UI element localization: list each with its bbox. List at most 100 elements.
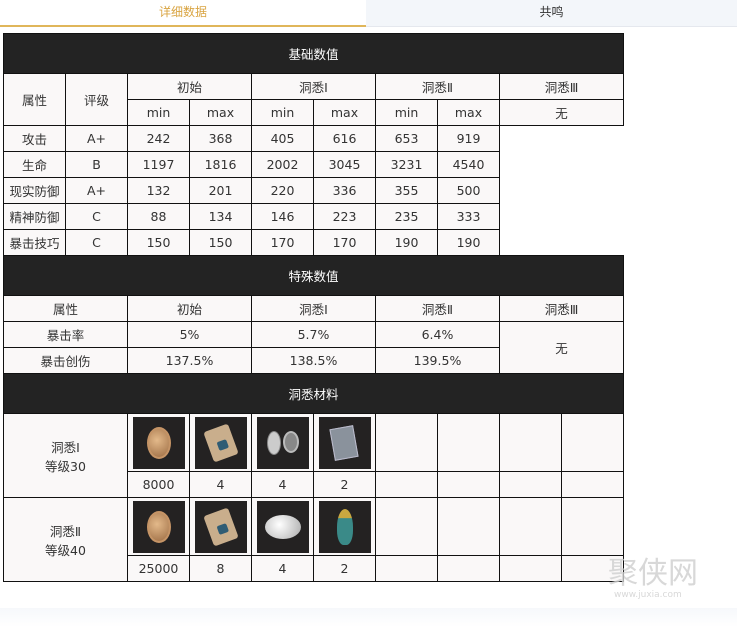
material-image-row: 洞悉Ⅱ 等级40 <box>3 497 625 582</box>
header-attr: 属性 <box>3 73 66 126</box>
stage-level: 等级30 <box>45 458 86 474</box>
stat-grade: A+ <box>65 125 128 152</box>
special-attr: 暴击率 <box>3 321 128 348</box>
special-attr: 暴击创伤 <box>3 347 128 374</box>
header-stage: 初始 <box>127 73 252 100</box>
stage-name: 洞悉Ⅱ <box>49 523 82 539</box>
stat-attr: 现实防御 <box>3 177 66 204</box>
stat-value: 242 <box>127 125 190 152</box>
special-value: 139.5% <box>375 347 500 374</box>
stat-value: 336 <box>313 177 376 204</box>
metal-plates-icon[interactable] <box>318 416 371 469</box>
empty-cell <box>437 413 500 472</box>
stat-grade: C <box>65 229 128 256</box>
stat-row: 暴击技巧 C 150 150 170 170 190 190 <box>3 229 624 256</box>
scroll-icon[interactable] <box>194 416 247 469</box>
tab-bar: 详细数据 共鸣 <box>0 0 737 27</box>
special-stats-title: 特殊数值 <box>3 255 624 296</box>
stat-value: 1816 <box>189 151 252 178</box>
material-cell <box>313 497 376 556</box>
panel-bottom <box>0 608 737 627</box>
material-stage-label: 洞悉Ⅱ 等级40 <box>3 497 128 582</box>
empty-cell <box>375 555 438 582</box>
stat-value: 146 <box>251 203 314 230</box>
special-stage3-none: 无 <box>499 321 624 374</box>
empty-cell <box>499 413 562 472</box>
stat-value: 919 <box>437 125 500 152</box>
stat-value: 223 <box>313 203 376 230</box>
stage-name: 洞悉Ⅰ <box>51 439 80 455</box>
coin-icon[interactable] <box>132 416 185 469</box>
empty-cell <box>560 471 625 498</box>
stat-value: 190 <box>437 229 500 256</box>
stat-value: 500 <box>437 177 500 204</box>
empty-cell <box>437 555 500 582</box>
stats-tables: 基础数值 属性 评级 初始 洞悉Ⅰ 洞悉Ⅱ 洞悉Ⅲ min max min ma… <box>2 33 625 582</box>
special-value: 5% <box>127 321 252 348</box>
special-stats-table: 特殊数值 属性 初始 洞悉Ⅰ 洞悉Ⅱ 洞悉Ⅲ 暴击率 5% 5.7% 6.4% … <box>3 255 624 374</box>
stat-row: 精神防御 C 88 134 146 223 235 333 <box>3 203 624 230</box>
stat-value: 150 <box>189 229 252 256</box>
stat-attr: 精神防御 <box>3 203 66 230</box>
material-qty: 8 <box>189 555 252 582</box>
stat-value: 4540 <box>437 151 500 178</box>
stat-row: 生命 B 1197 1816 2002 3045 3231 4540 <box>3 151 624 178</box>
empty-cell <box>375 497 438 556</box>
stat-value: 201 <box>189 177 252 204</box>
material-cell <box>251 497 314 556</box>
stat-row: 现实防御 A+ 132 201 220 336 355 500 <box>3 177 624 204</box>
header-min: min <box>375 99 438 126</box>
special-value: 137.5% <box>127 347 252 374</box>
base-stats-table: 基础数值 属性 评级 初始 洞悉Ⅰ 洞悉Ⅱ 洞悉Ⅲ min max min ma… <box>2 33 625 256</box>
stat-value: 2002 <box>251 151 314 178</box>
material-cell <box>251 413 314 472</box>
empty-cell <box>437 471 500 498</box>
material-cell <box>313 413 376 472</box>
material-qty: 2 <box>313 471 376 498</box>
header-max: max <box>189 99 252 126</box>
special-header: 洞悉Ⅲ <box>499 295 624 322</box>
stat-attr: 生命 <box>3 151 66 178</box>
special-header: 洞悉Ⅱ <box>375 295 500 322</box>
stat-value: 235 <box>375 203 438 230</box>
material-cell <box>127 413 190 472</box>
stat-value: 3045 <box>313 151 376 178</box>
torn-scroll-icon[interactable] <box>194 500 247 553</box>
stat-grade: A+ <box>65 177 128 204</box>
stat-value: 170 <box>313 229 376 256</box>
stat-value: 190 <box>375 229 438 256</box>
silver-disc-icon[interactable] <box>256 500 309 553</box>
stat-value: 170 <box>251 229 314 256</box>
header-max: max <box>313 99 376 126</box>
material-qty: 2 <box>313 555 376 582</box>
stat-grade: B <box>65 151 128 178</box>
stat-grade: C <box>65 203 128 230</box>
material-image-row: 洞悉Ⅰ 等级30 <box>3 413 625 498</box>
coin-icon[interactable] <box>132 500 185 553</box>
header-grade: 评级 <box>65 73 128 126</box>
header-stage: 洞悉Ⅲ <box>498 73 625 100</box>
empty-cell <box>499 555 562 582</box>
special-value: 5.7% <box>251 321 376 348</box>
empty-cell <box>375 413 438 472</box>
materials-title: 洞悉材料 <box>2 373 625 414</box>
header-max: max <box>437 99 500 126</box>
header-min: min <box>251 99 314 126</box>
stage3-none: 无 <box>498 99 625 126</box>
tooth-locket-icon[interactable] <box>256 416 309 469</box>
stat-value: 88 <box>127 203 190 230</box>
material-cell <box>189 413 252 472</box>
stage-level: 等级40 <box>45 542 86 558</box>
material-qty: 4 <box>251 471 314 498</box>
stat-value: 653 <box>375 125 438 152</box>
tab-resonance[interactable]: 共鸣 <box>366 0 737 27</box>
base-stats-title: 基础数值 <box>2 33 625 74</box>
special-header: 洞悉Ⅰ <box>251 295 376 322</box>
special-value: 6.4% <box>375 321 500 348</box>
tab-details[interactable]: 详细数据 <box>0 0 366 27</box>
material-stage-label: 洞悉Ⅰ 等级30 <box>3 413 128 498</box>
bird-figurine-icon[interactable] <box>318 500 371 553</box>
special-header: 属性 <box>3 295 128 322</box>
stat-value: 3231 <box>375 151 438 178</box>
header-stage: 洞悉Ⅰ <box>251 73 376 100</box>
